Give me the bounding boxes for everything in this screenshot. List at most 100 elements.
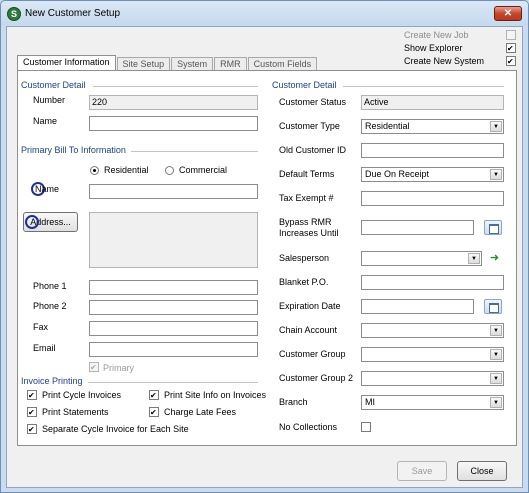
customer-group2-select[interactable]: ▼	[361, 371, 504, 386]
phone1-field[interactable]	[89, 280, 258, 295]
salesperson-label: Salesperson	[279, 253, 330, 263]
create-new-job-checkbox[interactable]	[506, 30, 516, 40]
bill-name-label: Name	[35, 184, 60, 194]
option-create-new-job[interactable]: Create New Job	[404, 29, 516, 42]
tab-strip: Customer Information Site Setup System R…	[17, 55, 318, 71]
email-label: Email	[33, 343, 56, 353]
fax-field[interactable]	[89, 321, 258, 336]
commercial-radio[interactable]	[165, 166, 174, 175]
create-new-system-checkbox[interactable]	[506, 56, 516, 66]
chevron-down-icon[interactable]: ▼	[490, 169, 502, 180]
tax-exempt-field[interactable]	[361, 191, 504, 206]
print-statements-label: Print Statements	[42, 407, 109, 417]
customer-group-label: Customer Group	[279, 349, 346, 359]
blanket-po-field[interactable]	[361, 275, 504, 290]
section-divider	[343, 86, 504, 87]
branch-select[interactable]: MI ▼	[361, 395, 504, 410]
default-terms-select[interactable]: Due On Receipt ▼	[361, 167, 504, 182]
option-label: Create New System	[404, 56, 485, 66]
bypass-rmr-date-field[interactable]	[361, 220, 474, 235]
default-terms-label: Default Terms	[279, 169, 335, 179]
old-customer-id-label: Old Customer ID	[279, 145, 347, 155]
customer-name-field[interactable]	[89, 116, 258, 131]
customer-type-label: Customer Type	[279, 121, 340, 131]
commercial-label: Commercial	[179, 165, 228, 175]
customer-status-field: Active	[361, 95, 504, 110]
calendar-icon[interactable]	[484, 220, 502, 235]
save-button[interactable]: Save	[397, 461, 447, 481]
app-logo-icon: S	[7, 7, 21, 21]
chevron-down-icon[interactable]: ▼	[490, 373, 502, 384]
branch-label: Branch	[279, 397, 308, 407]
print-site-info-checkbox[interactable]	[149, 390, 159, 400]
customer-status-label: Customer Status	[279, 97, 347, 107]
address-display	[89, 212, 258, 268]
tab-rmr[interactable]: RMR	[214, 57, 247, 71]
chevron-down-icon[interactable]: ▼	[490, 121, 502, 132]
fax-label: Fax	[33, 322, 49, 332]
window-title: New Customer Setup	[25, 8, 121, 19]
bypass-rmr-label-line2: Increases Until	[279, 228, 339, 238]
separate-cycle-invoice-checkbox[interactable]	[27, 424, 37, 434]
no-collections-checkbox[interactable]	[361, 422, 371, 432]
old-customer-id-field[interactable]	[361, 143, 504, 158]
invoice-printing-heading: Invoice Printing	[21, 376, 83, 386]
option-label: Create New Job	[404, 30, 469, 40]
chevron-down-icon[interactable]: ▼	[490, 397, 502, 408]
salesperson-select[interactable]: ▼	[361, 251, 482, 266]
residential-radio[interactable]	[90, 166, 99, 175]
customer-detail-right-heading: Customer Detail	[272, 80, 337, 90]
charge-late-fees-label: Charge Late Fees	[164, 407, 237, 417]
show-explorer-checkbox[interactable]	[506, 43, 516, 53]
title-bar[interactable]: S New Customer Setup ✕	[1, 1, 528, 27]
charge-late-fees-checkbox[interactable]	[149, 407, 159, 417]
chain-account-select[interactable]: ▼	[361, 323, 504, 338]
phone2-field[interactable]	[89, 300, 258, 315]
print-site-info-label: Print Site Info on Invoices	[164, 390, 267, 400]
tab-customer-information[interactable]: Customer Information	[17, 55, 116, 71]
dialog-body: Create New Job Show Explorer Create New …	[6, 26, 523, 488]
residential-label: Residential	[104, 165, 149, 175]
tab-custom-fields[interactable]: Custom Fields	[247, 57, 318, 71]
customer-information-panel: Customer Detail Number 220 Name Primary …	[17, 70, 517, 446]
go-arrow-icon[interactable]: ➜	[487, 251, 502, 266]
select-value: Residential	[365, 121, 410, 131]
print-cycle-invoices-label: Print Cycle Invoices	[42, 390, 122, 400]
tab-system[interactable]: System	[171, 57, 214, 71]
section-divider	[93, 86, 258, 87]
chevron-down-icon[interactable]: ▼	[490, 325, 502, 336]
expiration-date-label: Expiration Date	[279, 301, 341, 311]
customer-number-field[interactable]: 220	[89, 95, 258, 110]
separate-cycle-invoice-label: Separate Cycle Invoice for Each Site	[42, 424, 189, 434]
option-label: Show Explorer	[404, 43, 463, 53]
section-divider	[131, 151, 258, 152]
close-button[interactable]: Close	[457, 461, 507, 481]
customer-group2-label: Customer Group 2	[279, 373, 354, 383]
chevron-down-icon[interactable]: ▼	[468, 253, 480, 264]
tab-site-setup[interactable]: Site Setup	[116, 57, 171, 71]
primary-label: Primary	[103, 363, 134, 373]
bypass-rmr-label-line1: Bypass RMR	[279, 217, 332, 227]
chevron-down-icon[interactable]: ▼	[490, 349, 502, 360]
select-value: Due On Receipt	[365, 169, 430, 179]
customer-detail-heading: Customer Detail	[21, 80, 86, 90]
no-collections-label: No Collections	[279, 422, 338, 432]
customer-group-select[interactable]: ▼	[361, 347, 504, 362]
expiration-date-field[interactable]	[361, 299, 474, 314]
primary-email-checkbox[interactable]	[89, 362, 99, 372]
top-options: Create New Job Show Explorer Create New …	[404, 29, 516, 68]
print-cycle-invoices-checkbox[interactable]	[27, 390, 37, 400]
bill-to-heading: Primary Bill To Information	[21, 145, 126, 155]
highlight-circle-icon	[25, 215, 39, 229]
chain-account-label: Chain Account	[279, 325, 338, 335]
option-show-explorer[interactable]: Show Explorer	[404, 42, 516, 55]
customer-type-select[interactable]: Residential ▼	[361, 119, 504, 134]
select-value: MI	[365, 397, 375, 407]
print-statements-checkbox[interactable]	[27, 407, 37, 417]
section-divider	[88, 382, 258, 383]
option-create-new-system[interactable]: Create New System	[404, 55, 516, 68]
calendar-icon[interactable]	[484, 299, 502, 314]
email-field[interactable]	[89, 342, 258, 357]
close-window-button[interactable]: ✕	[494, 6, 522, 21]
bill-name-field[interactable]	[89, 184, 258, 199]
